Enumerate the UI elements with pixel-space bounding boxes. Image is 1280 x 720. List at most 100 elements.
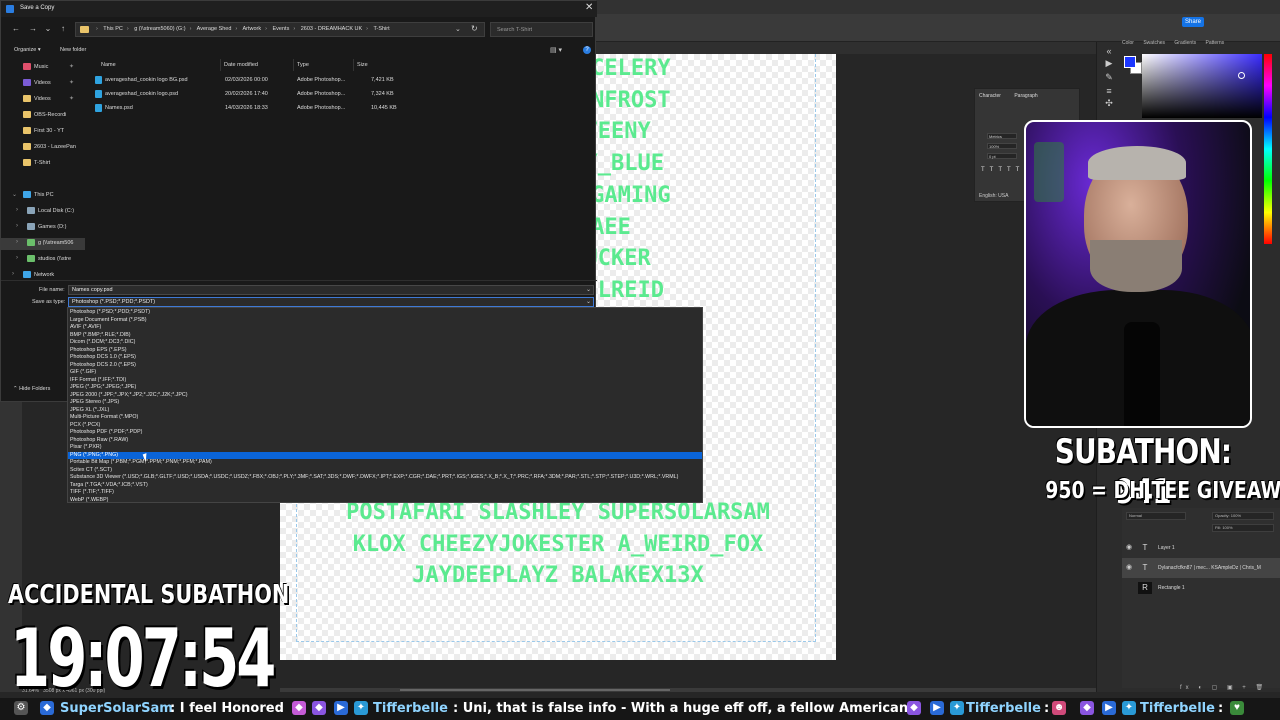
save-type-option[interactable]: Photoshop DCS 1.0 (*.EPS) bbox=[68, 354, 702, 362]
breadcrumb-item[interactable]: T-Shirt bbox=[373, 26, 389, 32]
breadcrumb-item[interactable]: g (\\stream5060) (G:) bbox=[134, 26, 185, 32]
organize-button[interactable]: Organize ▾ bbox=[14, 47, 41, 53]
save-type-option[interactable]: Targa (*.TGA;*.VDA;*.ICB;*.VST) bbox=[68, 482, 702, 490]
save-type-option[interactable]: Portable Bit Map (*.PBM;*.PGM;*.PPM;*.PN… bbox=[68, 459, 702, 467]
new-folder-button[interactable]: New folder bbox=[60, 47, 86, 53]
back-icon[interactable]: ← bbox=[11, 24, 21, 34]
save-type-option[interactable]: Large Document Format (*.PSB) bbox=[68, 317, 702, 325]
chevron-down-icon[interactable]: ⌄ bbox=[12, 191, 17, 198]
foreground-color-swatch[interactable] bbox=[1124, 56, 1136, 68]
nav-item-videos[interactable]: Videos ✦ bbox=[1, 78, 85, 90]
collapse-icon[interactable]: « bbox=[1104, 46, 1114, 56]
view-options-icon[interactable]: ▤ ▾ bbox=[550, 46, 566, 54]
save-type-option[interactable]: BMP (*.BMP;*.RLE;*.DIB) bbox=[68, 332, 702, 340]
nav-item-videos-2[interactable]: Videos ✦ bbox=[1, 94, 85, 106]
chevron-right-icon[interactable]: › bbox=[16, 207, 18, 213]
nav-item-this-pc[interactable]: ⌄ This PC bbox=[1, 190, 85, 202]
share-button[interactable]: Share bbox=[1182, 17, 1204, 27]
chevron-down-icon[interactable]: ⌄ bbox=[586, 298, 591, 305]
tab-swatches[interactable]: Swatches bbox=[1143, 40, 1165, 46]
nav-item-music[interactable]: Music ✦ bbox=[1, 62, 85, 74]
save-type-option[interactable]: AVIF (*.AVIF) bbox=[68, 324, 702, 332]
save-type-option[interactable]: JPEG 2000 (*.JPF;*.JPX;*.JP2;*.J2C;*.J2K… bbox=[68, 392, 702, 400]
save-type-option[interactable]: GIF (*.GIF) bbox=[68, 369, 702, 377]
document-tab-strip[interactable] bbox=[596, 42, 1096, 54]
save-type-option[interactable]: JPEG XL (*.JXL) bbox=[68, 407, 702, 415]
eye-icon[interactable]: ◉ bbox=[1126, 558, 1132, 578]
layer-row[interactable]: ◉ T Layer 1 bbox=[1122, 538, 1280, 558]
column-date[interactable]: Date modified bbox=[224, 62, 258, 68]
file-row[interactable]: averageshad_cookin logo BG.psd 02/03/202… bbox=[89, 74, 399, 87]
pin-icon[interactable]: ✦ bbox=[69, 63, 74, 70]
scale-field[interactable]: 100% bbox=[987, 143, 1017, 149]
address-dropdown-icon[interactable]: ⌄ bbox=[455, 25, 461, 33]
kerning-field[interactable]: Metrics bbox=[987, 133, 1017, 139]
column-divider[interactable] bbox=[220, 59, 221, 71]
close-icon[interactable]: ✕ bbox=[585, 2, 593, 13]
save-type-option-selected[interactable]: PNG (*.PNG;*.PNG) bbox=[68, 451, 702, 459]
save-type-dropdown-list[interactable]: Photoshop (*.PSD;*.PDD;*.PSDT) Large Docu… bbox=[67, 307, 703, 503]
column-divider[interactable] bbox=[293, 59, 294, 71]
save-type-option[interactable]: Substance 3D Viewer (*.USD;*.GLB;*.GLTF;… bbox=[68, 474, 702, 482]
column-name[interactable]: Name bbox=[101, 62, 116, 68]
chevron-down-icon[interactable]: ⌄ bbox=[586, 286, 591, 293]
play-icon[interactable]: ▶ bbox=[1104, 58, 1114, 68]
color-picker-field[interactable] bbox=[1142, 54, 1262, 118]
layer-row[interactable]: R Rectangle 1 bbox=[1122, 578, 1280, 598]
file-row[interactable]: averageshad_cookin logo.psd 20/02/2026 1… bbox=[89, 88, 399, 101]
baseline-field[interactable]: 0 pt bbox=[987, 153, 1017, 159]
nav-item-first30[interactable]: First 30 - YT bbox=[1, 126, 85, 138]
adjust-icon[interactable]: ✣ bbox=[1104, 98, 1114, 108]
tab-color[interactable]: Color bbox=[1122, 40, 1134, 46]
tab-paragraph[interactable]: Paragraph bbox=[1014, 93, 1037, 99]
scrollbar-thumb[interactable] bbox=[400, 689, 670, 691]
save-type-option[interactable]: JPEG (*.JPG;*.JPEG;*.JPE) bbox=[68, 384, 702, 392]
brush-icon[interactable]: ✎ bbox=[1104, 72, 1114, 82]
blend-mode-select[interactable]: Normal bbox=[1126, 512, 1186, 520]
save-type-option[interactable]: Photoshop (*.PSD;*.PDD;*.PSDT) bbox=[68, 309, 702, 317]
save-type-option[interactable]: Scitex CT (*.SCT) bbox=[68, 467, 702, 475]
search-input[interactable]: Search T-Shirt bbox=[490, 22, 593, 37]
forward-icon[interactable]: → bbox=[28, 24, 38, 34]
file-name-input[interactable]: Names copy.psd ⌄ bbox=[68, 285, 594, 295]
save-type-option[interactable]: JPEG Stereo (*.JPS) bbox=[68, 399, 702, 407]
fill-field[interactable]: Fill: 100% bbox=[1212, 524, 1274, 532]
save-type-option[interactable]: Photoshop DCS 2.0 (*.EPS) bbox=[68, 362, 702, 370]
tab-character[interactable]: Character bbox=[979, 93, 1001, 99]
hue-slider[interactable] bbox=[1264, 54, 1272, 244]
nav-item-lazeepan[interactable]: 2603 - LazeePan bbox=[1, 142, 85, 154]
opacity-field[interactable]: Opacity: 100% bbox=[1212, 512, 1274, 520]
save-type-option[interactable]: Photoshop Raw (*.RAW) bbox=[68, 437, 702, 445]
save-type-select[interactable]: Photoshop (*.PSD;*.PDD;*.PSDT) ⌄ bbox=[68, 297, 594, 307]
refresh-icon[interactable]: ↻ bbox=[471, 24, 478, 33]
chevron-down-icon[interactable]: ⌄ bbox=[43, 24, 53, 34]
breadcrumb-item[interactable]: Average Shed bbox=[197, 26, 232, 32]
breadcrumb-item[interactable]: This PC bbox=[103, 26, 123, 32]
pin-icon[interactable]: ✦ bbox=[69, 95, 74, 102]
breadcrumb-item[interactable]: 2603 - DREAMHACK UK bbox=[301, 26, 362, 32]
layer-row-selected[interactable]: ◉ T Dylanacfcfkn87 | mec... KSAmpleDz | … bbox=[1122, 558, 1280, 578]
save-type-option[interactable]: Dicom (*.DCM;*.DC3;*.DIC) bbox=[68, 339, 702, 347]
hide-folders-button[interactable]: ⌃ Hide Folders bbox=[13, 386, 50, 392]
save-type-option[interactable]: Pixar (*.PXR) bbox=[68, 444, 702, 452]
language-select[interactable]: English: USA bbox=[979, 193, 1008, 199]
breadcrumb-item[interactable]: Events bbox=[273, 26, 290, 32]
chevron-right-icon[interactable]: › bbox=[12, 271, 14, 277]
save-type-option[interactable]: Photoshop EPS (*.EPS) bbox=[68, 347, 702, 355]
help-icon[interactable]: ? bbox=[583, 46, 591, 54]
nav-item-studios[interactable]: › studios (\\stre bbox=[1, 254, 85, 266]
save-type-option[interactable]: WebP (*.WEBP) bbox=[68, 497, 702, 505]
tab-patterns[interactable]: Patterns bbox=[1206, 40, 1225, 46]
chevron-right-icon[interactable]: › bbox=[16, 239, 18, 245]
save-type-option[interactable]: Multi-Picture Format (*.MPO) bbox=[68, 414, 702, 422]
tab-gradients[interactable]: Gradients bbox=[1174, 40, 1196, 46]
up-icon[interactable]: ↑ bbox=[58, 24, 68, 34]
eye-icon[interactable]: ◉ bbox=[1126, 538, 1132, 558]
column-divider[interactable] bbox=[353, 59, 354, 71]
nav-item-local-disk[interactable]: › Local Disk (C:) bbox=[1, 206, 85, 218]
save-type-option[interactable]: TIFF (*.TIF;*.TIFF) bbox=[68, 489, 702, 497]
column-type[interactable]: Type bbox=[297, 62, 309, 68]
nav-item-g-drive[interactable]: › g (\\stream506 bbox=[1, 238, 85, 250]
address-bar[interactable]: › This PC › g (\\stream5060) (G:) › Averag… bbox=[75, 22, 485, 37]
chevron-right-icon[interactable]: › bbox=[16, 255, 18, 261]
